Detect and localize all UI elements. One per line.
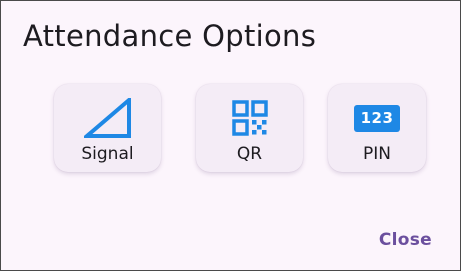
dialog-title: Attendance Options [23, 19, 317, 53]
qr-code-icon [196, 98, 303, 138]
qr-option-button[interactable]: QR [196, 84, 303, 172]
attendance-options-dialog: Attendance Options Signal QR 123 PIN Clo… [0, 0, 461, 271]
signal-icon [54, 98, 161, 138]
pin-option-label: PIN [363, 144, 391, 164]
signal-option-label: Signal [81, 144, 134, 164]
pin-badge: 123 [354, 104, 400, 132]
qr-option-label: QR [236, 144, 263, 164]
pin-icon: 123 [328, 98, 426, 138]
close-button[interactable]: Close [379, 230, 432, 250]
signal-option-button[interactable]: Signal [54, 84, 161, 172]
pin-option-button[interactable]: 123 PIN [328, 84, 426, 172]
